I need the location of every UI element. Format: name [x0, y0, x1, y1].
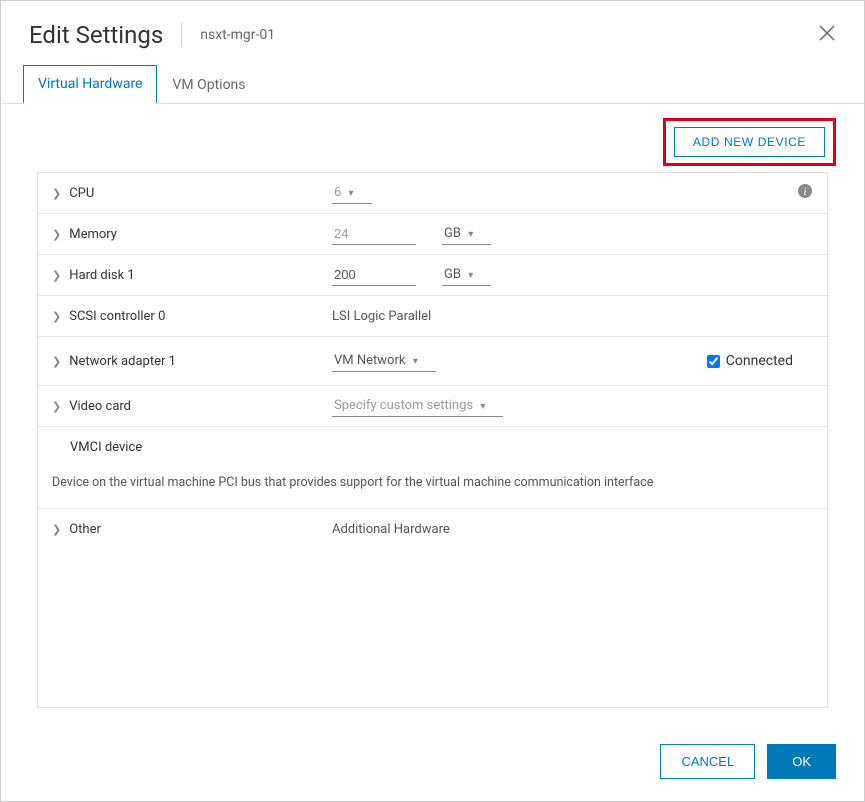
- video-select[interactable]: Specify custom settings ▾: [332, 395, 503, 417]
- chevron-down-icon: ▾: [468, 229, 473, 240]
- chevron-down-icon: ▾: [413, 356, 418, 367]
- memory-unit-select[interactable]: GB ▾: [442, 223, 491, 245]
- modal-title: Edit Settings: [29, 21, 163, 49]
- row-network: ❯ Network adapter 1 VM Network ▾ Connect…: [38, 337, 827, 386]
- tab-bar: Virtual Hardware VM Options: [1, 65, 864, 104]
- scsi-label: SCSI controller 0: [69, 309, 165, 324]
- memory-unit-value: GB: [444, 226, 461, 241]
- row-scsi: ❯ SCSI controller 0 LSI Logic Parallel: [38, 296, 827, 337]
- vmci-description: Device on the virtual machine PCI bus th…: [38, 467, 827, 509]
- memory-input[interactable]: [332, 223, 416, 245]
- scsi-value: LSI Logic Parallel: [332, 309, 431, 324]
- modal-footer: CANCEL OK: [1, 708, 864, 801]
- close-icon[interactable]: [818, 24, 836, 46]
- chevron-right-icon[interactable]: ❯: [52, 228, 61, 241]
- chevron-right-icon[interactable]: ❯: [52, 187, 61, 200]
- tab-vm-options[interactable]: VM Options: [157, 66, 260, 103]
- row-vmci: VMCI device: [38, 427, 827, 467]
- row-cpu: ❯ CPU 6 ▾ i: [38, 173, 827, 214]
- video-label: Video card: [69, 399, 131, 414]
- chevron-down-icon: ▾: [468, 270, 473, 281]
- vm-name: nsxt-mgr-01: [200, 27, 275, 43]
- toolbar: ADD NEW DEVICE: [1, 104, 864, 172]
- cpu-label: CPU: [69, 186, 94, 201]
- info-icon[interactable]: i: [797, 183, 813, 203]
- chevron-down-icon: ▾: [480, 401, 485, 412]
- network-value: VM Network: [334, 353, 405, 368]
- disk-unit-select[interactable]: GB ▾: [442, 264, 491, 286]
- add-new-device-button[interactable]: ADD NEW DEVICE: [674, 127, 825, 157]
- cancel-button[interactable]: CANCEL: [660, 744, 755, 779]
- other-value: Additional Hardware: [332, 522, 450, 537]
- tab-virtual-hardware[interactable]: Virtual Hardware: [23, 65, 157, 104]
- row-memory: ❯ Memory GB ▾: [38, 214, 827, 255]
- network-label: Network adapter 1: [69, 354, 176, 369]
- connected-label: Connected: [726, 353, 793, 369]
- chevron-right-icon[interactable]: ❯: [52, 269, 61, 282]
- chevron-right-icon[interactable]: ❯: [52, 523, 61, 536]
- memory-label: Memory: [69, 227, 117, 242]
- disk-input[interactable]: [332, 264, 416, 286]
- chevron-down-icon: ▾: [349, 188, 354, 199]
- video-value: Specify custom settings: [334, 398, 473, 413]
- row-disk: ❯ Hard disk 1 GB ▾: [38, 255, 827, 296]
- cpu-value: 6: [334, 185, 341, 200]
- disk-unit-value: GB: [444, 267, 461, 282]
- cpu-select[interactable]: 6 ▾: [332, 182, 372, 204]
- modal-header: Edit Settings nsxt-mgr-01: [1, 1, 864, 59]
- other-label: Other: [69, 522, 101, 537]
- row-video: ❯ Video card Specify custom settings ▾: [38, 386, 827, 427]
- chevron-right-icon[interactable]: ❯: [52, 400, 61, 413]
- chevron-right-icon[interactable]: ❯: [52, 310, 61, 323]
- connected-checkbox[interactable]: [707, 355, 720, 368]
- title-divider: [181, 23, 182, 47]
- row-other: ❯ Other Additional Hardware: [38, 509, 827, 549]
- svg-text:i: i: [803, 186, 806, 198]
- disk-label: Hard disk 1: [69, 268, 135, 283]
- vmci-label: VMCI device: [70, 440, 142, 455]
- highlight-box: ADD NEW DEVICE: [663, 118, 836, 166]
- connected-toggle[interactable]: Connected: [703, 352, 793, 371]
- edit-settings-modal: Edit Settings nsxt-mgr-01 Virtual Hardwa…: [0, 0, 865, 802]
- network-select[interactable]: VM Network ▾: [332, 350, 436, 372]
- hardware-panel: ❯ CPU 6 ▾ i ❯ Memory GB: [37, 172, 828, 708]
- ok-button[interactable]: OK: [767, 744, 836, 779]
- chevron-right-icon[interactable]: ❯: [52, 355, 61, 368]
